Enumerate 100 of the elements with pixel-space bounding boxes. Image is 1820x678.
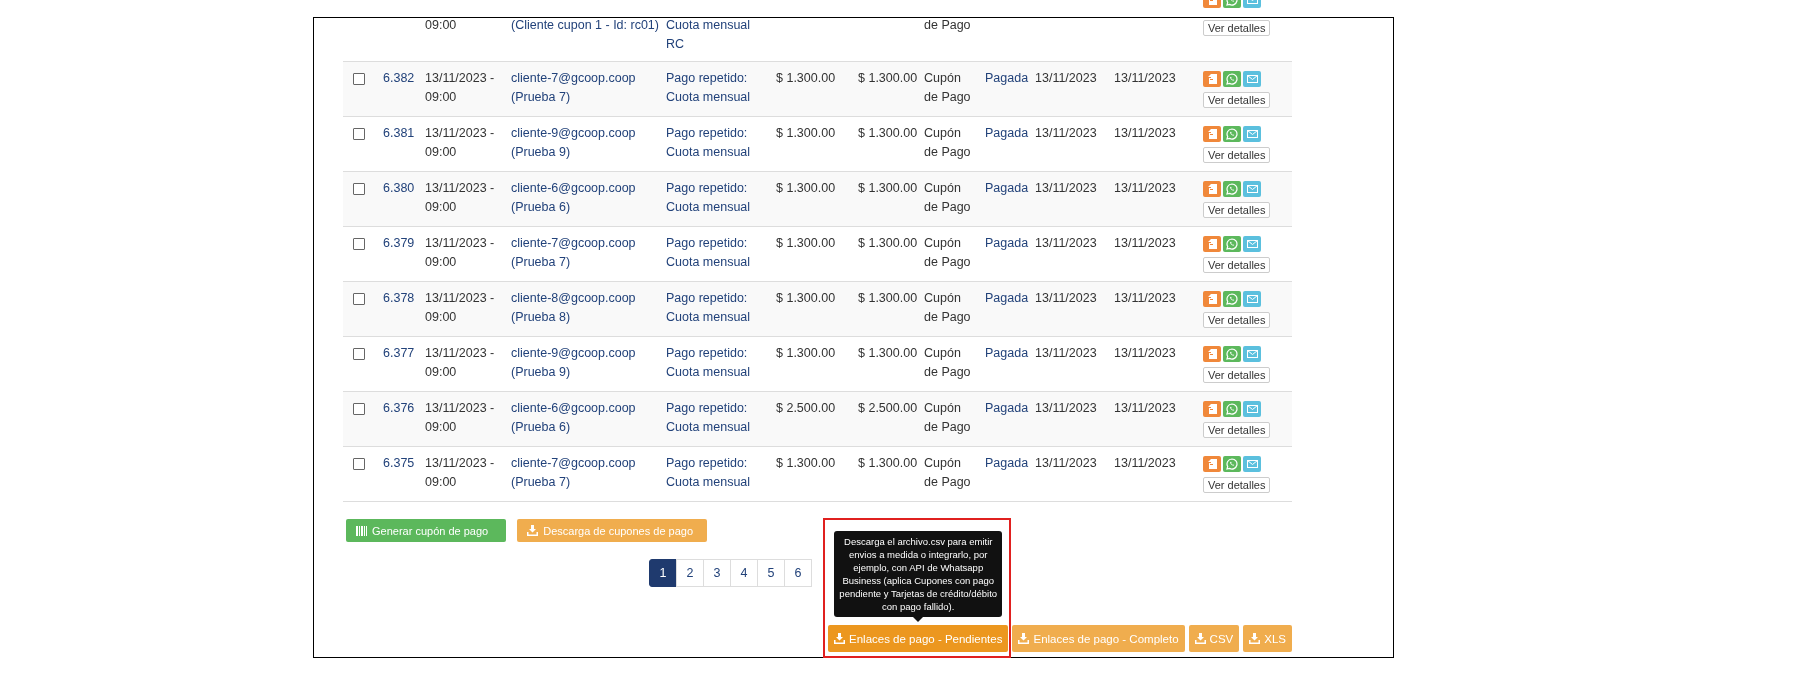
row-checkbox[interactable]: [353, 293, 365, 305]
email-button[interactable]: [1243, 456, 1261, 472]
due-date-text: 13/11/2023: [1114, 70, 1176, 87]
email-button[interactable]: [1243, 401, 1261, 417]
status-text: Pagada: [985, 400, 1029, 417]
date-text: 13/11/2023 - 09:00: [425, 235, 495, 271]
page-link[interactable]: 3: [703, 559, 731, 587]
row-id: 6.379: [383, 235, 415, 252]
details-button[interactable]: Ver detalles: [1203, 422, 1271, 438]
tray-icon: [1194, 633, 1206, 644]
total-text: $ 1.300.00: [858, 180, 918, 197]
details-button[interactable]: Ver detalles: [1203, 257, 1271, 273]
row-checkbox[interactable]: [353, 348, 365, 360]
client-link[interactable]: cliente-7@gcoop.coop (Prueba 7): [511, 454, 636, 492]
details-button[interactable]: Ver detalles: [1203, 477, 1271, 493]
envelope-icon: [1246, 130, 1258, 138]
details-button[interactable]: Ver detalles: [1203, 147, 1271, 163]
client-link[interactable]: cliente-9@gcoop.coop (Prueba 9): [511, 344, 636, 382]
method-text: Cupón de Pago: [924, 290, 971, 326]
whatsapp-button[interactable]: [1223, 71, 1241, 87]
row-checkbox[interactable]: [353, 183, 365, 195]
bars-icon: [356, 525, 367, 536]
email-button[interactable]: [1243, 126, 1261, 142]
page-link[interactable]: 6: [784, 559, 812, 587]
method-text: Cupón de Pago: [924, 455, 971, 491]
email-button[interactable]: [1243, 181, 1261, 197]
client-link[interactable]: cliente-9@gcoop.coop (Prueba 9): [511, 124, 636, 162]
page-link[interactable]: 2: [676, 559, 704, 587]
tooltip-pointer-icon: [913, 617, 924, 622]
document-icon: [1207, 459, 1217, 469]
client-link[interactable]: cliente-8@gcoop.coop (Prueba 8): [511, 289, 636, 327]
whatsapp-button[interactable]: [1223, 236, 1241, 252]
client-link[interactable]: cliente-6@gcoop.coop (Prueba 6): [511, 179, 636, 217]
date-text: 13/11/2023 - 09:00: [425, 345, 495, 381]
total-text: $ 1.300.00: [858, 455, 918, 472]
amount-text: $ 1.300.00: [776, 180, 836, 197]
paid-date-text: 13/11/2023: [1035, 400, 1097, 417]
document-button[interactable]: [1203, 456, 1221, 472]
client-link[interactable]: cliente-7@gcoop.coop (Prueba 7): [511, 69, 636, 107]
due-date-text: 13/11/2023: [1114, 125, 1176, 142]
client-link[interactable]: (Cliente cupon 1 - Id: rc01): [511, 16, 659, 35]
status-text: Pagada: [985, 290, 1029, 307]
document-button[interactable]: [1203, 401, 1221, 417]
date-text: 13/11/2023 - 09:00: [425, 400, 495, 436]
status-text: Pagada: [985, 235, 1029, 252]
whatsapp-button[interactable]: [1223, 346, 1241, 362]
page-link[interactable]: 4: [730, 559, 758, 587]
method-text: Cupón de Pago: [924, 180, 971, 216]
concept-text: Pago repetido: Cuota mensual: [666, 400, 751, 436]
email-button[interactable]: [1243, 291, 1261, 307]
paid-date-text: 13/11/2023: [1035, 125, 1097, 142]
concept-text: Pago repetido: Cuota mensual: [666, 70, 751, 106]
email-button[interactable]: [1243, 71, 1261, 87]
document-icon: [1207, 184, 1217, 194]
document-button[interactable]: [1203, 346, 1221, 362]
status-text: Pagada: [985, 345, 1029, 362]
whatsapp-button[interactable]: [1223, 401, 1241, 417]
row-checkbox[interactable]: [353, 458, 365, 470]
due-date-text: 13/11/2023: [1114, 455, 1176, 472]
total-text: $ 1.300.00: [858, 70, 918, 87]
concept-text: Pago repetido: Cuota mensual: [666, 290, 751, 326]
document-icon: [1207, 404, 1217, 414]
concept-text: Cuota mensual RC: [666, 17, 751, 53]
details-button[interactable]: Ver detalles: [1203, 202, 1271, 218]
status-text: Pagada: [985, 125, 1029, 142]
total-text: $ 1.300.00: [858, 290, 918, 307]
document-button[interactable]: [1203, 126, 1221, 142]
row-checkbox[interactable]: [353, 403, 365, 415]
row-checkbox[interactable]: [353, 73, 365, 85]
document-button[interactable]: [1203, 236, 1221, 252]
row-checkbox[interactable]: [353, 238, 365, 250]
email-button[interactable]: [1243, 236, 1261, 252]
tray-icon: [527, 525, 539, 536]
whatsapp-button[interactable]: [1223, 126, 1241, 142]
date-text: 13/11/2023 - 09:00: [425, 180, 495, 216]
envelope-icon: [1246, 350, 1258, 358]
document-button[interactable]: [1203, 71, 1221, 87]
email-button[interactable]: [1243, 346, 1261, 362]
whatsapp-button[interactable]: [1223, 181, 1241, 197]
details-button[interactable]: Ver detalles: [1203, 312, 1271, 328]
page-link[interactable]: 1: [649, 559, 677, 587]
method-text: Cupón de Pago: [924, 70, 971, 106]
paid-date-text: 13/11/2023: [1035, 235, 1097, 252]
details-button[interactable]: Ver detalles: [1203, 367, 1271, 383]
client-link[interactable]: cliente-6@gcoop.coop (Prueba 6): [511, 399, 636, 437]
whatsapp-button[interactable]: [1223, 291, 1241, 307]
details-button[interactable]: Ver detalles: [1203, 92, 1271, 108]
phone-bubble-icon: [1226, 293, 1238, 305]
details-button[interactable]: Ver detalles: [1203, 20, 1271, 36]
row-checkbox[interactable]: [353, 128, 365, 140]
phone-bubble-icon: [1226, 128, 1238, 140]
page-link[interactable]: 5: [757, 559, 785, 587]
method-text: Cupón de Pago: [924, 125, 971, 161]
paid-date-text: 13/11/2023: [1035, 180, 1097, 197]
paid-date-text: 13/11/2023: [1035, 345, 1097, 362]
document-button[interactable]: [1203, 291, 1221, 307]
amount-text: $ 1.300.00: [776, 345, 836, 362]
document-button[interactable]: [1203, 181, 1221, 197]
client-link[interactable]: cliente-7@gcoop.coop (Prueba 7): [511, 234, 636, 272]
whatsapp-button[interactable]: [1223, 456, 1241, 472]
